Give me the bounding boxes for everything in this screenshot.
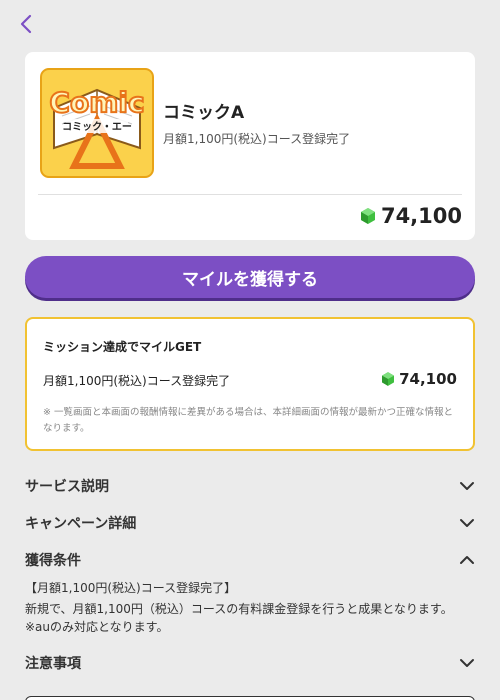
section-title: 注意事項: [25, 656, 81, 672]
conditions-line: ※auのみ対応となります。: [25, 620, 169, 634]
service-condition: 月額1,100円(税込)コース登録完了: [163, 132, 351, 146]
gem-icon: [360, 208, 375, 224]
get-miles-button[interactable]: マイルを獲得する: [25, 256, 475, 298]
divider: [38, 194, 462, 195]
svg-text:Comic: Comic: [49, 86, 144, 119]
mission-title: ミッション達成でマイルGET: [43, 340, 202, 354]
svg-text:コミック・エー: コミック・エー: [62, 121, 132, 133]
mission-points-value: 74,100: [399, 370, 457, 388]
bottom-button-edge[interactable]: [25, 696, 475, 700]
section-title: サービス説明: [25, 479, 109, 495]
service-points: 74,100: [360, 204, 462, 228]
back-button[interactable]: [14, 10, 38, 38]
gem-icon: [382, 372, 395, 386]
service-name: コミックA: [163, 103, 245, 123]
section-campaign-details[interactable]: キャンペーン詳細: [25, 511, 475, 535]
chevron-down-icon: [460, 519, 474, 527]
chevron-up-icon: [460, 556, 474, 564]
conditions-line: 新規で、月額1,100円（税込）コースの有料課金登録を行うと成果となります。: [25, 602, 453, 616]
service-logo: Comic コミック・エー: [40, 68, 154, 178]
mission-note: ※ 一覧画面と本画面の報酬情報に差異がある場合は、本詳細画面の情報が最新かつ正確…: [43, 407, 453, 434]
section-notes[interactable]: 注意事項: [25, 651, 475, 675]
chevron-down-icon: [460, 482, 474, 490]
section-acquisition-conditions[interactable]: 獲得条件: [25, 548, 475, 572]
chevron-left-icon: [20, 14, 32, 34]
conditions-content: 【月額1,100円(税込)コース登録完了】 新規で、月額1,100円（税込）コー…: [25, 579, 475, 636]
points-value: 74,100: [380, 204, 462, 228]
chevron-down-icon: [460, 659, 474, 667]
mission-points: 74,100: [382, 370, 457, 388]
section-title: キャンペーン詳細: [25, 516, 137, 532]
mission-condition: 月額1,100円(税込)コース登録完了: [43, 374, 231, 388]
section-service-description[interactable]: サービス説明: [25, 474, 475, 498]
mission-box: ミッション達成でマイルGET 月額1,100円(税込)コース登録完了 74,10…: [25, 317, 475, 451]
conditions-heading: 【月額1,100円(税込)コース登録完了】: [25, 581, 237, 595]
service-card: Comic コミック・エー コミックA 月額1,100円(税込)コース登録完了 …: [25, 52, 475, 240]
section-title: 獲得条件: [25, 553, 81, 569]
